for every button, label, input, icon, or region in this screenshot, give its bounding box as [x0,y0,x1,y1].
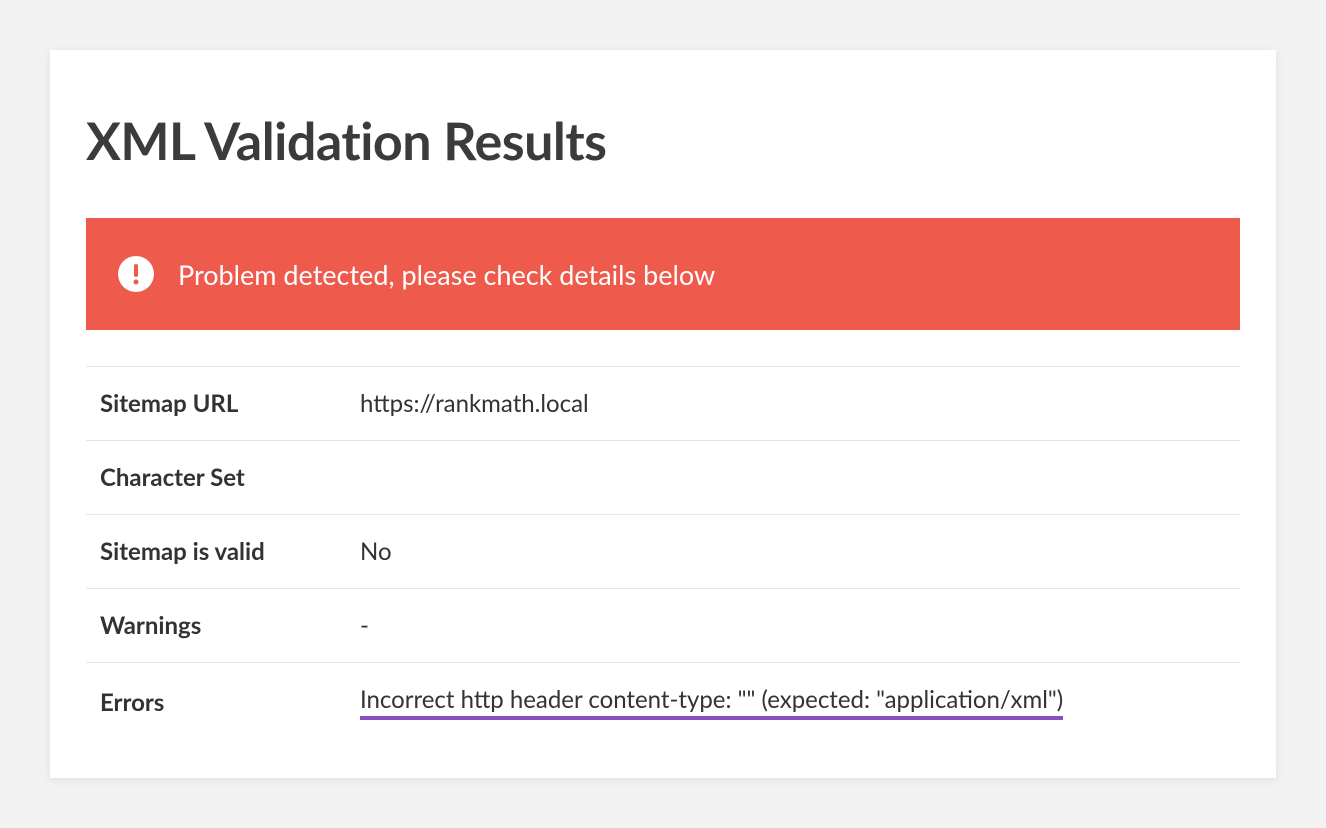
row-errors: Errors Incorrect http header content-typ… [86,663,1240,743]
alert-message: Problem detected, please check details b… [178,258,715,291]
label-sitemap-url: Sitemap URL [86,367,346,441]
row-sitemap-url: Sitemap URL https://rankmath.local [86,367,1240,441]
row-character-set: Character Set [86,441,1240,515]
value-sitemap-url: https://rankmath.local [346,367,1240,441]
details-table: Sitemap URL https://rankmath.local Chara… [86,366,1240,742]
error-alert: Problem detected, please check details b… [86,218,1240,330]
label-warnings: Warnings [86,589,346,663]
value-character-set [346,441,1240,515]
exclamation-icon [118,256,154,292]
label-character-set: Character Set [86,441,346,515]
page-title: XML Validation Results [86,110,1240,172]
error-text: Incorrect http header content-type: "" (… [360,685,1063,720]
value-sitemap-valid: No [346,515,1240,589]
value-warnings: - [346,589,1240,663]
results-card: XML Validation Results Problem detected,… [50,50,1276,778]
row-sitemap-valid: Sitemap is valid No [86,515,1240,589]
label-errors: Errors [86,663,346,743]
value-errors: Incorrect http header content-type: "" (… [346,663,1240,743]
row-warnings: Warnings - [86,589,1240,663]
label-sitemap-valid: Sitemap is valid [86,515,346,589]
